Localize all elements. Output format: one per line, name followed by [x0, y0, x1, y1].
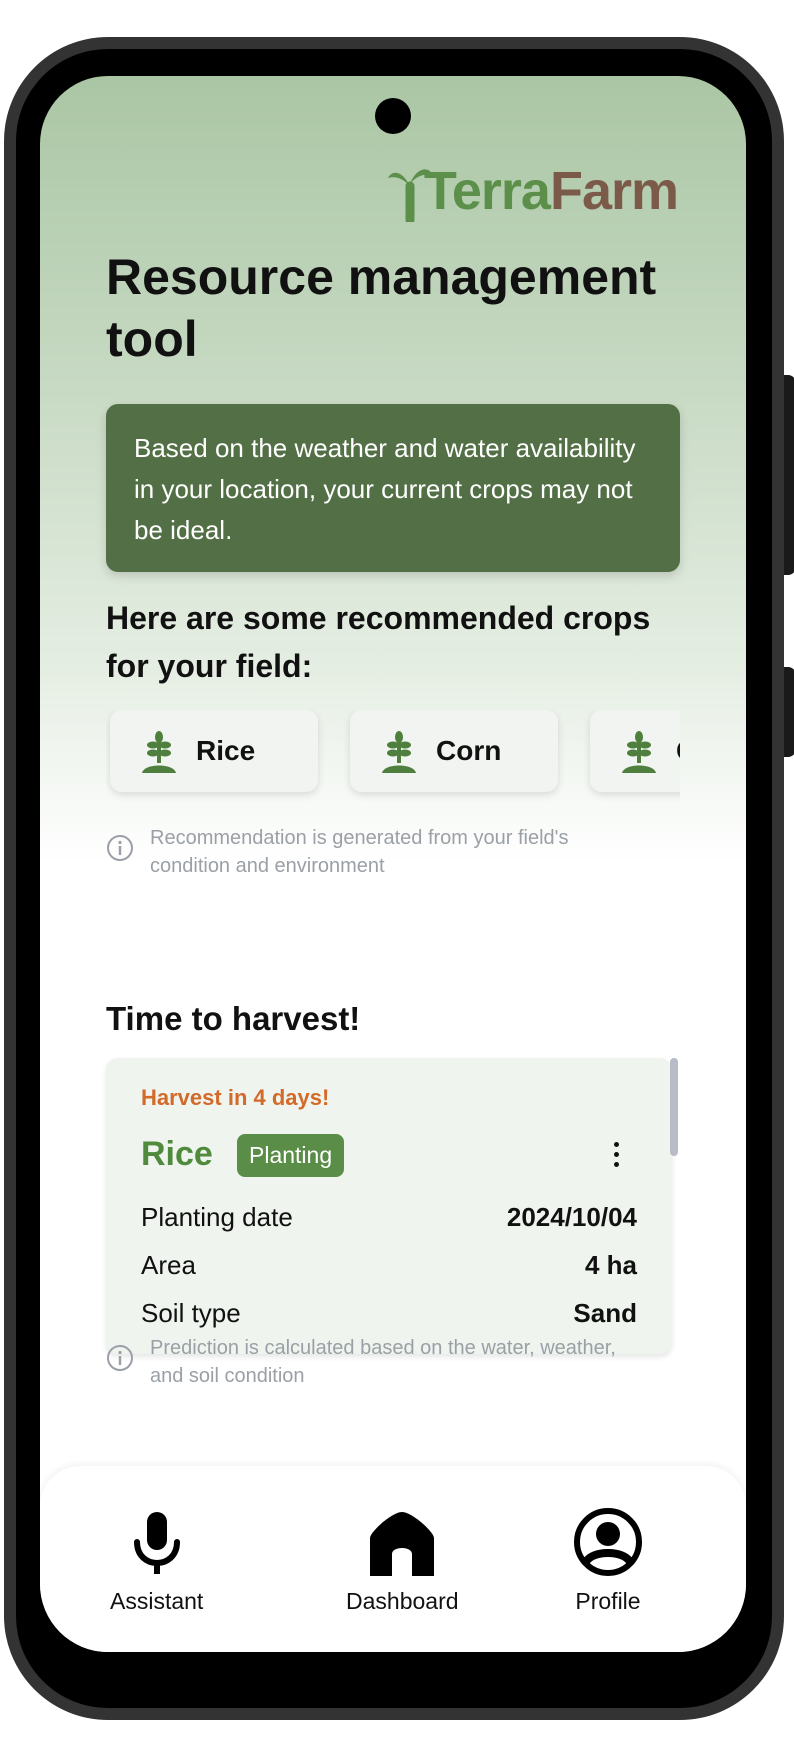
- microphone-icon: [133, 1512, 180, 1574]
- row-value: Sand: [573, 1298, 637, 1328]
- row-label: Area: [141, 1250, 196, 1280]
- recommendation-note-text: Recommendation is generated from your fi…: [150, 827, 569, 877]
- prediction-note: Prediction is calculated based on the wa…: [106, 1334, 650, 1390]
- sprout-icon: [382, 731, 416, 773]
- page-title: Resource management tool: [106, 249, 657, 367]
- crop-card-partial[interactable]: C: [590, 710, 680, 792]
- harvest-heading: Time to harvest!: [106, 1000, 361, 1037]
- harvest-card[interactable]: Harvest in 4 days! Rice Planting Plantin…: [106, 1058, 678, 1354]
- harvest-row-planting-date: Planting date 2024/10/04: [141, 1202, 637, 1233]
- harvest-due-label: Harvest in 4 days!: [141, 1085, 330, 1110]
- nav-profile[interactable]: Profile: [572, 1506, 644, 1615]
- front-camera: [375, 98, 411, 134]
- sprout-icon: [142, 731, 176, 773]
- harvest-row-area: Area 4 ha: [141, 1250, 637, 1281]
- app-screen: Terra Farm Resource management tool Based…: [40, 76, 746, 1652]
- nav-dashboard[interactable]: Dashboard: [346, 1506, 459, 1615]
- sprout-icon: [622, 731, 656, 773]
- crop-card-label: Corn: [436, 735, 502, 766]
- recommended-crops-list[interactable]: Rice Corn C: [106, 710, 680, 802]
- recommended-crops-heading: Here are some recommended crops for your…: [106, 600, 651, 684]
- harvest-crop-name: Rice: [141, 1135, 213, 1173]
- info-icon: [107, 1345, 133, 1371]
- crop-alert-banner: Based on the weather and water availabil…: [106, 404, 680, 572]
- bottom-navigation: Assistant Dashboard Profile: [40, 1466, 746, 1652]
- prediction-note-text: Prediction is calculated based on the wa…: [150, 1337, 616, 1387]
- crop-card-label: Rice: [196, 735, 256, 766]
- logo-text-terra: Terra: [423, 161, 551, 221]
- info-icon: [107, 835, 133, 861]
- logo-text-farm: Farm: [549, 161, 679, 221]
- status-badge: Planting: [237, 1134, 345, 1177]
- more-options-icon[interactable]: [614, 1142, 622, 1167]
- nav-label: Dashboard: [346, 1588, 459, 1614]
- crop-card-corn[interactable]: Corn: [350, 710, 558, 792]
- row-value: 2024/10/04: [506, 1202, 637, 1232]
- terrafarm-logo: Terra Farm: [387, 160, 679, 222]
- nav-label: Profile: [575, 1588, 641, 1614]
- row-value: 4 ha: [584, 1250, 637, 1280]
- harvest-card-scrollbar[interactable]: [670, 1058, 678, 1156]
- power-button: [784, 375, 794, 575]
- crop-card-rice[interactable]: Rice: [110, 710, 318, 792]
- row-label: Planting date: [141, 1202, 293, 1232]
- profile-icon: [574, 1508, 642, 1576]
- recommendation-note: Recommendation is generated from your fi…: [106, 824, 610, 880]
- nav-label: Assistant: [110, 1588, 204, 1614]
- nav-assistant[interactable]: Assistant: [110, 1506, 203, 1615]
- crop-card-label: C: [676, 735, 680, 767]
- volume-button: [784, 667, 794, 757]
- home-icon: [370, 1512, 435, 1576]
- row-label: Soil type: [141, 1298, 241, 1328]
- harvest-row-soil-type: Soil type Sand: [141, 1298, 637, 1329]
